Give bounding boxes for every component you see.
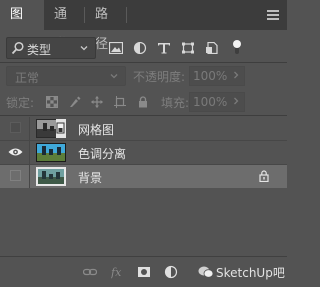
visibility-off-box bbox=[10, 170, 21, 181]
panel-tab-bar: 图层 通道 路径 bbox=[0, 0, 287, 52]
layer-row-background[interactable]: 背景 bbox=[0, 165, 287, 188]
lock-row: 锁定: 填充: 100% bbox=[0, 90, 287, 114]
tab-layers[interactable]: 图层 bbox=[0, 0, 44, 52]
layer-name: 色调分离 bbox=[78, 147, 127, 161]
lock-transparent-pixels-icon[interactable] bbox=[46, 96, 58, 108]
svg-text:fx: fx bbox=[111, 266, 122, 279]
layers-panel: 图层 通道 路径 类型 bbox=[0, 0, 287, 287]
smart-object-badge-icon bbox=[56, 119, 66, 138]
divider bbox=[0, 115, 287, 116]
visibility-toggle[interactable] bbox=[0, 117, 30, 140]
blend-row: 正常 不透明度: 100% bbox=[0, 64, 287, 88]
layer-row-grid[interactable]: 网格图 bbox=[0, 117, 287, 140]
chevron-down-icon bbox=[80, 46, 88, 51]
filter-toggle-icon[interactable] bbox=[232, 39, 242, 55]
mask-icon[interactable] bbox=[137, 265, 151, 279]
fill-label: 填充: bbox=[161, 96, 190, 110]
shape-filter-icon[interactable] bbox=[181, 42, 195, 54]
filter-kind-label: 类型 bbox=[27, 43, 52, 57]
adjustment-filter-icon[interactable] bbox=[133, 42, 147, 54]
layer-name: 背景 bbox=[78, 171, 103, 185]
layer-thumbnail bbox=[36, 119, 66, 138]
adjustment-layer-icon[interactable] bbox=[164, 265, 178, 279]
fill-dropdown-icon[interactable] bbox=[232, 97, 240, 105]
filter-row: 类型 bbox=[0, 34, 287, 62]
layer-lock-icon[interactable] bbox=[259, 170, 269, 182]
tab-paths[interactable]: 路径 bbox=[85, 0, 125, 52]
watermark: SketchUp吧 bbox=[198, 265, 286, 281]
tab-separator bbox=[126, 7, 127, 23]
lock-image-pixels-icon[interactable] bbox=[69, 96, 81, 108]
lock-label: 锁定: bbox=[6, 96, 35, 110]
visibility-toggle[interactable] bbox=[0, 141, 30, 164]
link-layers-icon[interactable] bbox=[83, 265, 97, 279]
watermark-text: SketchUp吧 bbox=[216, 266, 285, 280]
layer-thumbnail bbox=[36, 167, 66, 186]
visibility-off-box bbox=[10, 122, 21, 133]
layer-thumbnail bbox=[36, 143, 66, 162]
type-filter-icon[interactable] bbox=[157, 42, 171, 54]
wechat-icon bbox=[198, 266, 214, 278]
divider bbox=[0, 62, 287, 63]
lock-position-icon[interactable] bbox=[91, 96, 103, 108]
layer-name: 网格图 bbox=[78, 123, 115, 137]
lock-all-icon[interactable] bbox=[137, 96, 149, 108]
search-icon bbox=[11, 41, 24, 55]
chevron-down-icon bbox=[110, 74, 118, 79]
smart-object-filter-icon[interactable] bbox=[205, 42, 219, 54]
fx-icon[interactable]: fx bbox=[111, 265, 125, 279]
blend-mode-select[interactable]: 正常 bbox=[6, 66, 126, 86]
visibility-toggle[interactable] bbox=[0, 165, 30, 188]
opacity-label: 不透明度: bbox=[133, 70, 186, 84]
blend-mode-value: 正常 bbox=[15, 71, 40, 85]
eye-icon bbox=[8, 148, 23, 156]
filter-kind-select[interactable]: 类型 bbox=[6, 37, 96, 59]
image-filter-icon[interactable] bbox=[109, 42, 123, 54]
tab-channels[interactable]: 通道 bbox=[44, 0, 84, 52]
opacity-dropdown-icon[interactable] bbox=[232, 71, 240, 79]
layer-row-posterize[interactable]: 色调分离 bbox=[0, 141, 287, 164]
panel-menu-icon[interactable] bbox=[267, 10, 279, 20]
lock-artboard-icon[interactable] bbox=[114, 96, 126, 108]
